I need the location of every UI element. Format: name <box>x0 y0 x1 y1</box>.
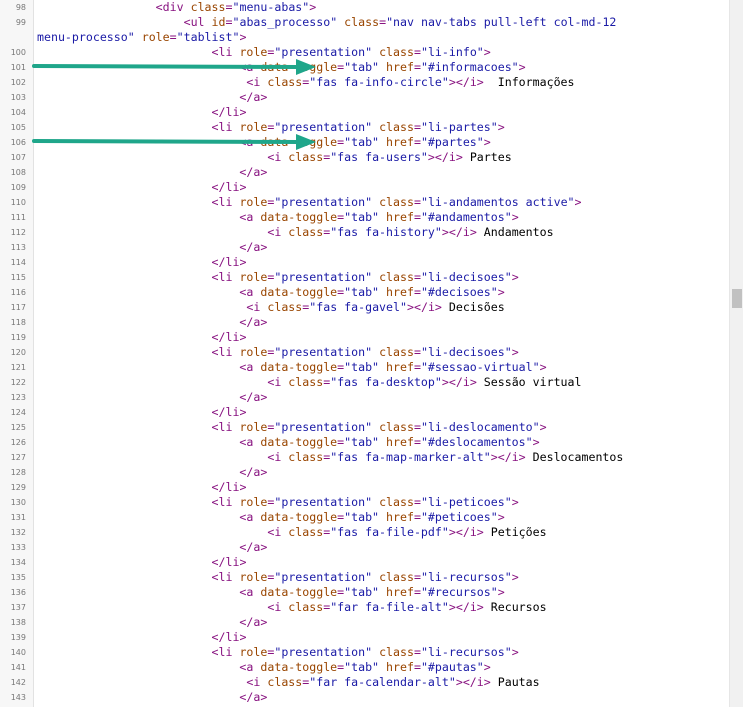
arrow-right-icon <box>32 134 316 150</box>
scrollbar-thumb[interactable] <box>732 289 742 308</box>
vertical-scrollbar[interactable] <box>729 0 743 707</box>
arrow-right-icon <box>32 59 316 75</box>
source-viewer: 98 <div class="menu-abas"> 99 <ul id="aba… <box>0 0 729 707</box>
annotation-arrows <box>32 59 316 150</box>
